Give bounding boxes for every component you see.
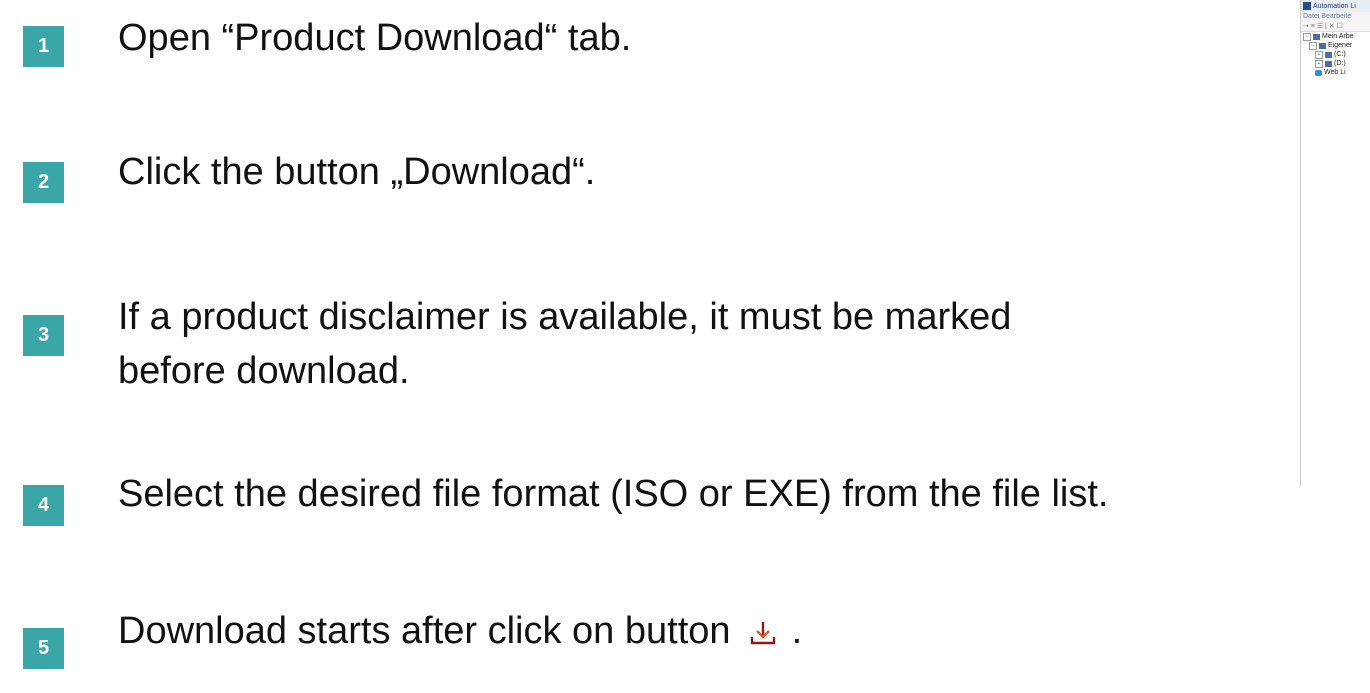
expand-icon[interactable]: + xyxy=(1315,50,1323,59)
tree-item-label: Web Li xyxy=(1324,69,1346,76)
app-toolbar[interactable]: ⇢ ≡ ☰ | ✕ ☐ xyxy=(1301,22,1370,32)
computer-icon xyxy=(1313,33,1320,40)
tree-item-web[interactable]: Web Li xyxy=(1301,68,1370,77)
tree-item-label: Eigener xyxy=(1328,42,1353,49)
drive-icon xyxy=(1325,51,1332,58)
tree-item-drive-c[interactable]: + (C:) xyxy=(1301,50,1370,59)
tree-item-label: (C:) xyxy=(1334,51,1346,58)
step-number-badge: 5 xyxy=(23,628,64,669)
app-title: Automation Li xyxy=(1313,2,1356,10)
step-text-before: Download starts after click on button xyxy=(118,610,731,652)
tree-item-own[interactable]: − Eigener xyxy=(1301,41,1370,50)
tree-item-drive-d[interactable]: + (D:) xyxy=(1301,59,1370,68)
drive-icon xyxy=(1325,60,1332,67)
step-text-line-2: before download. xyxy=(118,350,410,392)
web-license-icon xyxy=(1315,69,1322,76)
step-number-badge: 2 xyxy=(23,162,64,203)
step-text: Download starts after click on button . xyxy=(118,605,802,657)
step-text-line-1: If a product disclaimer is available, it… xyxy=(118,296,1012,338)
step-text: Select the desired file format (ISO or E… xyxy=(118,473,1109,515)
tree-item-workspace[interactable]: − Mein Arbe xyxy=(1301,32,1370,41)
app-logo-icon xyxy=(1303,2,1311,10)
tree-item-label: Mein Arbe xyxy=(1322,33,1354,40)
tree-item-label: (D:) xyxy=(1334,60,1346,67)
step-text: Click the button „Download“. xyxy=(118,151,596,193)
app-title-bar: Automation Li xyxy=(1301,0,1370,12)
collapse-icon[interactable]: − xyxy=(1309,41,1317,50)
step-number-badge: 1 xyxy=(23,26,64,67)
collapse-icon[interactable]: − xyxy=(1303,32,1311,41)
step-text-after: . xyxy=(791,610,803,652)
step-number-badge: 3 xyxy=(23,315,64,356)
computer-icon xyxy=(1319,42,1326,49)
step-text: Open “Product Download“ tab. xyxy=(118,17,632,59)
app-window-thumbnail: Automation Li Datei Bearbeite ⇢ ≡ ☰ | ✕ … xyxy=(1300,0,1370,486)
instruction-page: 1 Open “Product Download“ tab. 2 Click t… xyxy=(0,0,1370,693)
app-menu-bar[interactable]: Datei Bearbeite xyxy=(1301,12,1370,22)
step-number-badge: 4 xyxy=(23,485,64,526)
expand-icon[interactable]: + xyxy=(1315,59,1323,68)
download-icon[interactable] xyxy=(749,619,777,647)
